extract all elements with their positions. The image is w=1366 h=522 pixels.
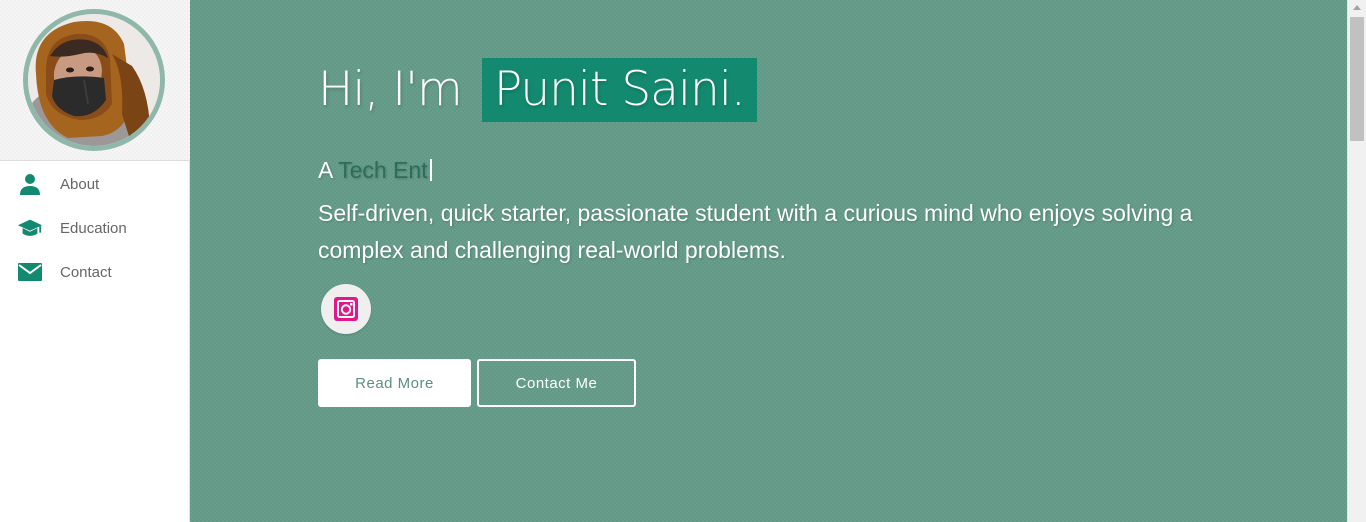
hero-heading: Hi, I'm Punit Saini. [318,58,1298,122]
sidebar-item-about[interactable]: About [0,162,190,206]
graduation-cap-icon [17,215,43,241]
sidebar-nav: About Education Contact [0,162,190,294]
scroll-up-arrow-icon[interactable] [1353,5,1361,10]
page: About Education Contact Hi, I'm Punit Sa… [0,0,1366,522]
typed-text: Tech Ent [338,157,428,183]
instagram-link[interactable] [321,284,371,334]
typing-cursor [429,159,432,181]
envelope-icon [17,259,43,285]
hero-bio: Self-driven, quick starter, passionate s… [318,200,1193,263]
avatar-panel [0,0,190,161]
hero-actions: Read More Contact Me [318,359,1298,407]
sidebar-item-label: Contact [60,263,112,281]
sidebar-item-education[interactable]: Education [0,206,190,250]
typed-subtitle: A Tech Ent [318,155,1298,185]
hero-section: Hi, I'm Punit Saini. A Tech Ent Self-dri… [190,0,1347,522]
sidebar-item-contact[interactable]: Contact [0,250,190,294]
sidebar-item-label: About [60,175,100,193]
avatar-photo [28,14,160,146]
sidebar: About Education Contact [0,0,190,522]
sidebar-item-label: Education [60,219,127,237]
avatar [23,9,165,151]
instagram-icon [334,297,358,321]
typed-prefix: A [318,157,333,183]
hero-name: Punit Saini. [481,58,757,122]
vertical-scrollbar[interactable] [1347,0,1366,522]
hero-content: Hi, I'm Punit Saini. A Tech Ent Self-dri… [318,58,1298,407]
scrollbar-thumb[interactable] [1350,17,1364,141]
read-more-button[interactable]: Read More [318,359,471,407]
social-links [318,284,1298,336]
greeting-prefix: Hi, I'm [318,62,463,117]
contact-me-button[interactable]: Contact Me [477,359,636,407]
person-icon [17,171,43,197]
